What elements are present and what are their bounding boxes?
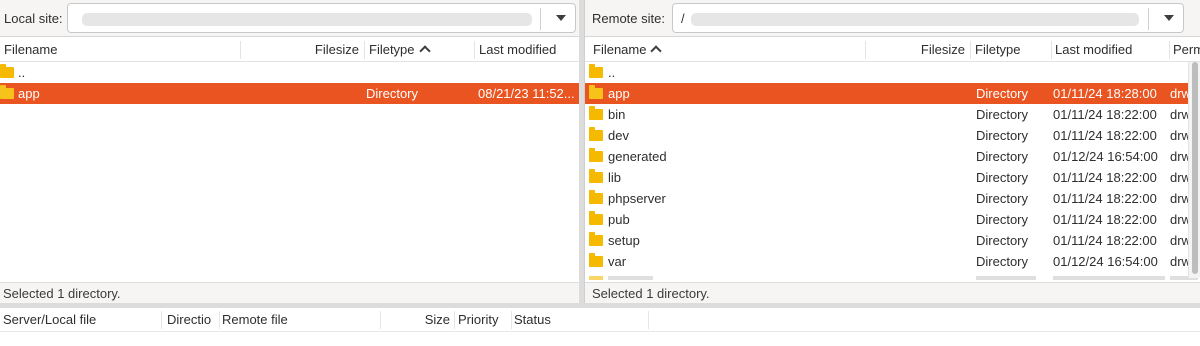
- list-item[interactable]: bin Directory 01/11/24 18:22:00 drwx: [585, 104, 1200, 125]
- remote-column-filetype[interactable]: Filetype: [971, 38, 1051, 62]
- folder-icon: [589, 85, 603, 99]
- list-item[interactable]: lib Directory 01/11/24 18:22:00 drwx: [585, 167, 1200, 188]
- folder-icon: [589, 190, 603, 204]
- file-name: lib: [608, 170, 622, 185]
- local-file-list-header: Filename Filesize Filetype Last modified: [0, 38, 579, 62]
- file-name: bin: [608, 107, 626, 122]
- folder-icon: [589, 232, 603, 246]
- file-modified: 08/21/23 11:52...: [478, 86, 575, 101]
- file-modified: 01/11/24 18:22:00: [1053, 191, 1157, 206]
- chevron-down-icon[interactable]: [556, 15, 566, 21]
- list-item[interactable]: pub Directory 01/11/24 18:22:00 drwx: [585, 209, 1200, 230]
- file-type: Directory: [976, 107, 1029, 122]
- local-site-pane: Local site: Filename Filesize Filetype L…: [0, 0, 579, 303]
- remote-site-pane: Remote site: / Filename Filesize Filetyp…: [584, 0, 1200, 303]
- file-type: Directory: [976, 254, 1029, 269]
- sort-ascending-icon: [418, 45, 431, 57]
- file-type: Directory: [976, 86, 1029, 101]
- local-site-combobox[interactable]: [67, 3, 576, 33]
- local-site-label: Local site:: [4, 11, 63, 26]
- sort-ascending-icon: [650, 45, 663, 57]
- queue-column-remote-file[interactable]: Remote file: [219, 308, 379, 332]
- queue-column-priority[interactable]: Priority: [455, 308, 511, 332]
- local-column-filetype[interactable]: Filetype: [365, 38, 474, 62]
- remote-file-list-header: Filename Filesize Filetype Last modified…: [585, 38, 1200, 62]
- file-name: var: [608, 254, 627, 269]
- local-column-last-modified[interactable]: Last modified: [475, 38, 579, 62]
- local-column-filename[interactable]: Filename: [0, 38, 240, 62]
- remote-column-permissions[interactable]: Perm: [1169, 38, 1200, 62]
- folder-icon: [0, 85, 14, 99]
- file-modified: 01/11/24 18:22:00: [1053, 233, 1157, 248]
- file-modified: 01/12/24 16:54:00: [1053, 254, 1158, 269]
- remote-site-combobox[interactable]: /: [672, 3, 1184, 33]
- list-item[interactable]: ..: [0, 62, 579, 83]
- list-item[interactable]: app Directory 08/21/23 11:52...: [0, 83, 579, 104]
- file-modified: 01/11/24 18:22:00: [1053, 107, 1157, 122]
- list-item[interactable]: ..: [585, 62, 1200, 83]
- file-name: ..: [18, 65, 26, 80]
- queue-column-size[interactable]: Size: [380, 308, 453, 332]
- redacted-path: [691, 13, 1139, 26]
- folder-icon: [589, 211, 603, 225]
- folder-icon: [589, 169, 603, 183]
- queue-column-server-local-file[interactable]: Server/Local file: [0, 308, 160, 332]
- list-item-partial[interactable]: [585, 276, 1200, 280]
- remote-site-bar: Remote site: /: [585, 0, 1200, 37]
- list-item[interactable]: app Directory 01/11/24 18:28:00 drwx: [585, 83, 1200, 104]
- file-modified: 01/11/24 18:22:00: [1053, 128, 1157, 143]
- remote-site-path[interactable]: /: [681, 11, 685, 26]
- folder-icon: [589, 253, 603, 267]
- file-modified: 01/11/24 18:28:00: [1053, 86, 1157, 101]
- local-site-bar: Local site:: [0, 0, 579, 37]
- folder-icon: [589, 148, 603, 162]
- list-item[interactable]: phpserver Directory 01/11/24 18:22:00 dr…: [585, 188, 1200, 209]
- folder-icon: [0, 64, 14, 78]
- file-modified: 01/11/24 18:22:00: [1053, 212, 1157, 227]
- file-modified: 01/12/24 16:54:00: [1053, 149, 1158, 164]
- file-modified: 01/11/24 18:22:00: [1053, 170, 1157, 185]
- remote-file-list[interactable]: .. app Directory 01/11/24 18:28:00 drwx …: [585, 62, 1200, 282]
- scrollbar-thumb[interactable]: [1192, 62, 1198, 274]
- file-type: Directory: [976, 170, 1029, 185]
- remote-status-line: Selected 1 directory.: [585, 282, 1200, 303]
- file-type: Directory: [976, 149, 1029, 164]
- remote-column-filesize[interactable]: Filesize: [866, 38, 970, 62]
- chevron-down-icon[interactable]: [1164, 15, 1174, 21]
- local-file-list[interactable]: .. app Directory 08/21/23 11:52...: [0, 62, 579, 282]
- remote-column-last-modified[interactable]: Last modified: [1051, 38, 1169, 62]
- file-name: pub: [608, 212, 630, 227]
- transfer-queue-header: Server/Local file Directio Remote file S…: [0, 308, 1200, 332]
- file-name: setup: [608, 233, 640, 248]
- file-name: app: [608, 86, 630, 101]
- list-item[interactable]: generated Directory 01/12/24 16:54:00 dr…: [585, 146, 1200, 167]
- queue-column-direction[interactable]: Directio: [164, 308, 219, 332]
- local-column-filesize[interactable]: Filesize: [241, 38, 364, 62]
- list-item[interactable]: dev Directory 01/11/24 18:22:00 drwx: [585, 125, 1200, 146]
- folder-icon: [589, 127, 603, 141]
- redacted-path: [82, 13, 532, 26]
- transfer-queue: Server/Local file Directio Remote file S…: [0, 308, 1200, 346]
- folder-icon: [589, 64, 603, 78]
- file-type: Directory: [976, 128, 1029, 143]
- file-name: ..: [608, 65, 616, 80]
- file-type: Directory: [976, 233, 1029, 248]
- file-type: Directory: [976, 191, 1029, 206]
- local-status-line: Selected 1 directory.: [0, 282, 579, 303]
- remote-site-label: Remote site:: [592, 11, 665, 26]
- queue-column-status[interactable]: Status: [511, 308, 648, 332]
- folder-icon: [589, 106, 603, 120]
- remote-column-filename[interactable]: Filename: [589, 38, 865, 62]
- file-type: Directory: [366, 86, 419, 101]
- file-name: dev: [608, 128, 629, 143]
- list-item[interactable]: setup Directory 01/11/24 18:22:00 drwx: [585, 230, 1200, 251]
- file-name: generated: [608, 149, 667, 164]
- list-item[interactable]: var Directory 01/12/24 16:54:00 drwx: [585, 251, 1200, 272]
- remote-vertical-scrollbar[interactable]: [1188, 62, 1200, 278]
- file-type: Directory: [976, 212, 1029, 227]
- file-name: phpserver: [608, 191, 666, 206]
- file-name: app: [18, 86, 40, 101]
